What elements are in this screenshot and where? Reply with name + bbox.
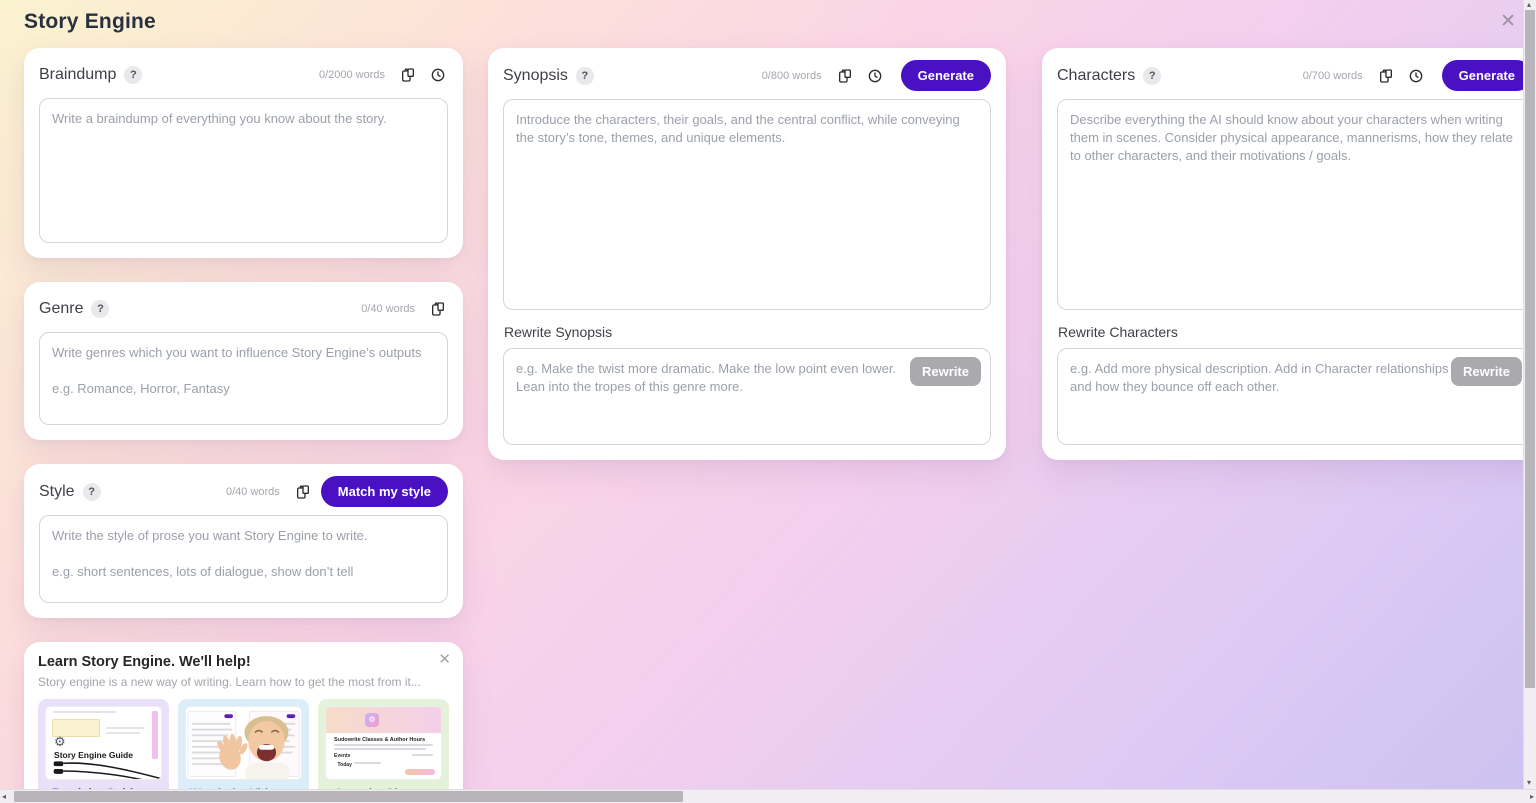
page-title: Story Engine	[24, 10, 156, 33]
video-thumbnail	[185, 706, 302, 780]
attend-class-card[interactable]: ⚙ Sudowrite Classes & Author Hours Event…	[318, 699, 449, 803]
left-column: Braindump ? 0/2000 words Genre ? 0/40 wo…	[24, 48, 463, 803]
characters-card: Characters ? 0/700 words Generate Rewrit…	[1042, 48, 1536, 460]
history-clock-icon[interactable]	[865, 66, 885, 86]
scroll-up-arrow-icon[interactable]: ▴	[1527, 1, 1531, 9]
braindump-word-count: 0/2000 words	[318, 69, 385, 81]
braindump-input[interactable]	[39, 98, 448, 243]
synopsis-word-count: 0/800 words	[761, 69, 822, 82]
learn-close-icon[interactable]: ✕	[438, 652, 451, 667]
genre-title: Genre	[39, 300, 84, 317]
read-guide-card[interactable]: ⚙ Story Engine Guide Read the Guide →	[38, 699, 169, 803]
genre-help-icon[interactable]: ?	[91, 300, 110, 318]
rewrite-synopsis-button[interactable]: Rewrite	[910, 357, 981, 386]
generate-characters-button[interactable]: Generate	[1441, 60, 1532, 91]
braindump-title: Braindump	[39, 66, 117, 83]
scroll-right-arrow-icon[interactable]: ▸	[1530, 793, 1534, 801]
synopsis-title: Synopsis	[503, 66, 568, 84]
scroll-left-arrow-icon[interactable]: ◂	[2, 793, 6, 801]
scroll-down-arrow-icon[interactable]: ▾	[1527, 779, 1531, 787]
generate-synopsis-button[interactable]: Generate	[900, 60, 991, 91]
braindump-card: Braindump ? 0/2000 words	[24, 48, 463, 258]
class-thumb-events: Events	[334, 753, 351, 760]
close-icon[interactable]: ✕	[1500, 12, 1516, 31]
vertical-scrollbar[interactable]: ▴ ▾	[1523, 0, 1536, 789]
characters-column: Characters ? 0/700 words Generate Rewrit…	[1042, 48, 1536, 484]
gear-icon: ⚙	[54, 734, 66, 750]
clipboard-icon[interactable]	[398, 65, 418, 85]
cables-drawing	[53, 761, 161, 779]
horizontal-scrollbar[interactable]: ◂ ▸	[0, 789, 1536, 803]
watch-video-card[interactable]: Watch the Video →	[178, 699, 309, 803]
synopsis-input[interactable]	[503, 99, 991, 310]
history-clock-icon[interactable]	[428, 65, 448, 85]
characters-word-count: 0/700 words	[1302, 69, 1363, 82]
genre-word-count: 0/40 words	[361, 303, 415, 315]
class-thumb-today: Today	[337, 761, 352, 768]
style-title: Style	[39, 482, 75, 500]
characters-help-icon[interactable]: ?	[1143, 66, 1162, 85]
characters-title: Characters	[1057, 66, 1136, 84]
genre-card: Genre ? 0/40 words	[24, 282, 463, 440]
synopsis-card: Synopsis ? 0/800 words Generate Rewrite …	[488, 48, 1006, 460]
genre-input[interactable]	[39, 332, 448, 425]
synopsis-help-icon[interactable]: ?	[575, 66, 594, 85]
clipboard-icon[interactable]	[835, 66, 855, 86]
presenter-illustration	[187, 710, 300, 779]
style-help-icon[interactable]: ?	[82, 482, 101, 501]
rewrite-characters-button[interactable]: Rewrite	[1451, 357, 1522, 386]
rewrite-characters-label: Rewrite Characters	[1058, 324, 1178, 340]
style-card: Style ? 0/40 words Match my style	[24, 464, 463, 618]
synopsis-column: Synopsis ? 0/800 words Generate Rewrite …	[488, 48, 1006, 484]
clipboard-icon[interactable]	[1376, 66, 1396, 86]
horizontal-scrollbar-thumb[interactable]	[14, 791, 683, 802]
vertical-scrollbar-thumb[interactable]	[1525, 10, 1535, 688]
clipboard-icon[interactable]	[293, 482, 313, 502]
guide-thumbnail: ⚙ Story Engine Guide	[45, 706, 162, 780]
learn-title: Learn Story Engine. We'll help!	[38, 654, 251, 670]
clipboard-icon[interactable]	[428, 299, 448, 319]
sudowrite-app-icon: ⚙	[365, 712, 380, 727]
braindump-help-icon[interactable]: ?	[124, 66, 143, 84]
style-input[interactable]	[39, 515, 448, 603]
learn-subtitle: Story engine is a new way of writing. Le…	[38, 675, 421, 689]
class-thumb-button	[405, 768, 436, 776]
style-word-count: 0/40 words	[225, 485, 280, 498]
learn-card: Learn Story Engine. We'll help! ✕ Story …	[24, 642, 463, 803]
characters-input[interactable]	[1057, 99, 1532, 310]
class-thumbnail: ⚙ Sudowrite Classes & Author Hours Event…	[325, 706, 442, 780]
history-clock-icon[interactable]	[1406, 66, 1426, 86]
match-my-style-button[interactable]: Match my style	[320, 476, 448, 507]
class-thumb-title: Sudowrite Classes & Author Hours	[334, 736, 426, 743]
rewrite-synopsis-label: Rewrite Synopsis	[504, 324, 613, 340]
